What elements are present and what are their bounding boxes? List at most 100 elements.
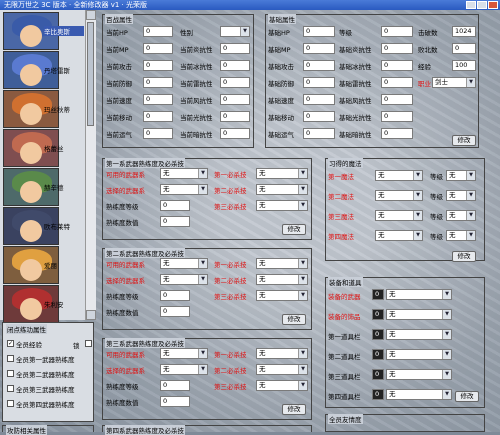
- equipment-id-field[interactable]: 0: [372, 349, 384, 360]
- magic-select[interactable]: 无 ▼: [375, 230, 423, 241]
- magic-select[interactable]: 无 ▼: [375, 170, 423, 181]
- equipment-id-field[interactable]: 0: [372, 289, 384, 300]
- weapon1-field[interactable]: 0: [160, 200, 190, 211]
- weapon1-select[interactable]: 无 ▼: [160, 168, 208, 179]
- weapon1-kill-select[interactable]: 无 ▼: [256, 184, 308, 195]
- scroll-down-button[interactable]: [86, 310, 96, 320]
- resist-field[interactable]: 0: [220, 111, 250, 122]
- base-field[interactable]: 100: [452, 60, 476, 71]
- scroll-up-button[interactable]: [86, 10, 96, 20]
- points-checkbox[interactable]: [7, 370, 14, 377]
- weapon2-field[interactable]: 0: [160, 306, 190, 317]
- base-field[interactable]: 0: [303, 43, 335, 54]
- gender-select[interactable]: ▼: [220, 26, 250, 37]
- base-field[interactable]: 0: [303, 128, 335, 139]
- equipment-id-field[interactable]: 0: [372, 369, 384, 380]
- weapon2-kill-select[interactable]: 无 ▼: [256, 290, 308, 301]
- base-field[interactable]: 0: [381, 94, 413, 105]
- class-select[interactable]: 剑士 ▼: [432, 77, 476, 88]
- weapon3-select[interactable]: 无 ▼: [160, 364, 208, 375]
- resist-field[interactable]: 0: [220, 60, 250, 71]
- character-name[interactable]: 朱利安: [44, 299, 84, 309]
- stat-field[interactable]: 0: [143, 60, 173, 71]
- stat-field[interactable]: 0: [143, 26, 173, 37]
- equipment-select[interactable]: 无 ▼: [386, 289, 452, 300]
- equipment-select[interactable]: 无 ▼: [386, 309, 452, 320]
- weapon1-select[interactable]: 无 ▼: [160, 184, 208, 195]
- character-name[interactable]: 辛比奥斯: [44, 26, 84, 36]
- base-modify-button[interactable]: 修改: [452, 135, 476, 146]
- close-button[interactable]: [488, 1, 498, 9]
- character-name[interactable]: 赫辛德: [44, 182, 84, 192]
- character-name[interactable]: 欧布莱特: [44, 221, 84, 231]
- minimize-button[interactable]: [466, 1, 476, 9]
- magic-level-select[interactable]: 无 ▼: [446, 210, 476, 221]
- base-field[interactable]: 0: [303, 77, 335, 88]
- base-field[interactable]: 0: [381, 60, 413, 71]
- character-name[interactable]: 丹塔雷斯: [44, 65, 84, 75]
- magic-modify-button[interactable]: 修改: [452, 251, 476, 262]
- character-list-scrollbar[interactable]: [85, 10, 96, 320]
- stat-field[interactable]: 0: [143, 111, 173, 122]
- weapon3-field[interactable]: 0: [160, 396, 190, 407]
- base-field[interactable]: 0: [381, 26, 413, 37]
- resist-field[interactable]: 0: [220, 94, 250, 105]
- scroll-thumb[interactable]: [87, 22, 94, 126]
- points-checkbox[interactable]: [7, 400, 14, 407]
- base-field[interactable]: 0: [452, 43, 476, 54]
- resist-field[interactable]: 0: [220, 77, 250, 88]
- base-field[interactable]: 0: [303, 94, 335, 105]
- base-field[interactable]: 0: [303, 111, 335, 122]
- stat-field[interactable]: 0: [143, 77, 173, 88]
- base-field[interactable]: 0: [381, 128, 413, 139]
- weapon2-select[interactable]: 无 ▼: [160, 258, 208, 269]
- magic-level-select[interactable]: 无 ▼: [446, 170, 476, 181]
- magic-level-select[interactable]: 无 ▼: [446, 230, 476, 241]
- weapon3-select[interactable]: 无 ▼: [160, 348, 208, 359]
- points-checkbox[interactable]: [7, 385, 14, 392]
- maximize-button[interactable]: [477, 1, 487, 9]
- character-name[interactable]: 格蕾丝: [44, 143, 84, 153]
- stat-field[interactable]: 0: [143, 128, 173, 139]
- magic-select[interactable]: 无 ▼: [375, 210, 423, 221]
- magic-select[interactable]: 无 ▼: [375, 190, 423, 201]
- equipment-modify-button[interactable]: 修改: [455, 391, 479, 402]
- equipment-id-field[interactable]: 0: [372, 389, 384, 400]
- resist-field[interactable]: 0: [220, 43, 250, 54]
- base-field[interactable]: 0: [381, 77, 413, 88]
- weapon2-select[interactable]: 无 ▼: [160, 274, 208, 285]
- base-field[interactable]: 0: [381, 111, 413, 122]
- weapon2-field[interactable]: 0: [160, 290, 190, 301]
- character-name[interactable]: 玛丝秋蒂: [44, 104, 84, 114]
- weapon3-kill-select[interactable]: 无 ▼: [256, 348, 308, 359]
- weapon3-modify-button[interactable]: 修改: [282, 404, 306, 415]
- equipment-select[interactable]: 无 ▼: [386, 329, 452, 340]
- stat-field[interactable]: 0: [143, 94, 173, 105]
- magic-level-select[interactable]: 无 ▼: [446, 190, 476, 201]
- equipment-select[interactable]: 无 ▼: [386, 369, 452, 380]
- weapon2-kill-select[interactable]: 无 ▼: [256, 258, 308, 269]
- weapon3-kill-select[interactable]: 无 ▼: [256, 380, 308, 391]
- points-checkbox[interactable]: [7, 355, 14, 362]
- points-checkbox[interactable]: ✓: [7, 340, 14, 347]
- base-field[interactable]: 0: [303, 26, 335, 37]
- weapon2-kill-select[interactable]: 无 ▼: [256, 274, 308, 285]
- weapon3-field[interactable]: 0: [160, 380, 190, 391]
- weapon2-modify-button[interactable]: 修改: [282, 314, 306, 325]
- base-field[interactable]: 0: [381, 43, 413, 54]
- base-field[interactable]: 1024: [452, 26, 476, 37]
- weapon1-kill-select[interactable]: 无 ▼: [256, 168, 308, 179]
- weapon1-modify-button[interactable]: 修改: [282, 224, 306, 235]
- lock-checkbox[interactable]: [85, 340, 92, 347]
- equipment-select[interactable]: 无 ▼: [386, 349, 452, 360]
- resist-field[interactable]: 0: [220, 128, 250, 139]
- equipment-id-field[interactable]: 0: [372, 309, 384, 320]
- stat-field[interactable]: 0: [143, 43, 173, 54]
- equipment-select[interactable]: 无 ▼: [386, 389, 452, 400]
- character-name[interactable]: 爱丽: [44, 260, 84, 270]
- weapon3-kill-select[interactable]: 无 ▼: [256, 364, 308, 375]
- equipment-id-field[interactable]: 0: [372, 329, 384, 340]
- weapon1-kill-select[interactable]: 无 ▼: [256, 200, 308, 211]
- base-field[interactable]: 0: [303, 60, 335, 71]
- weapon1-field[interactable]: 0: [160, 216, 190, 227]
